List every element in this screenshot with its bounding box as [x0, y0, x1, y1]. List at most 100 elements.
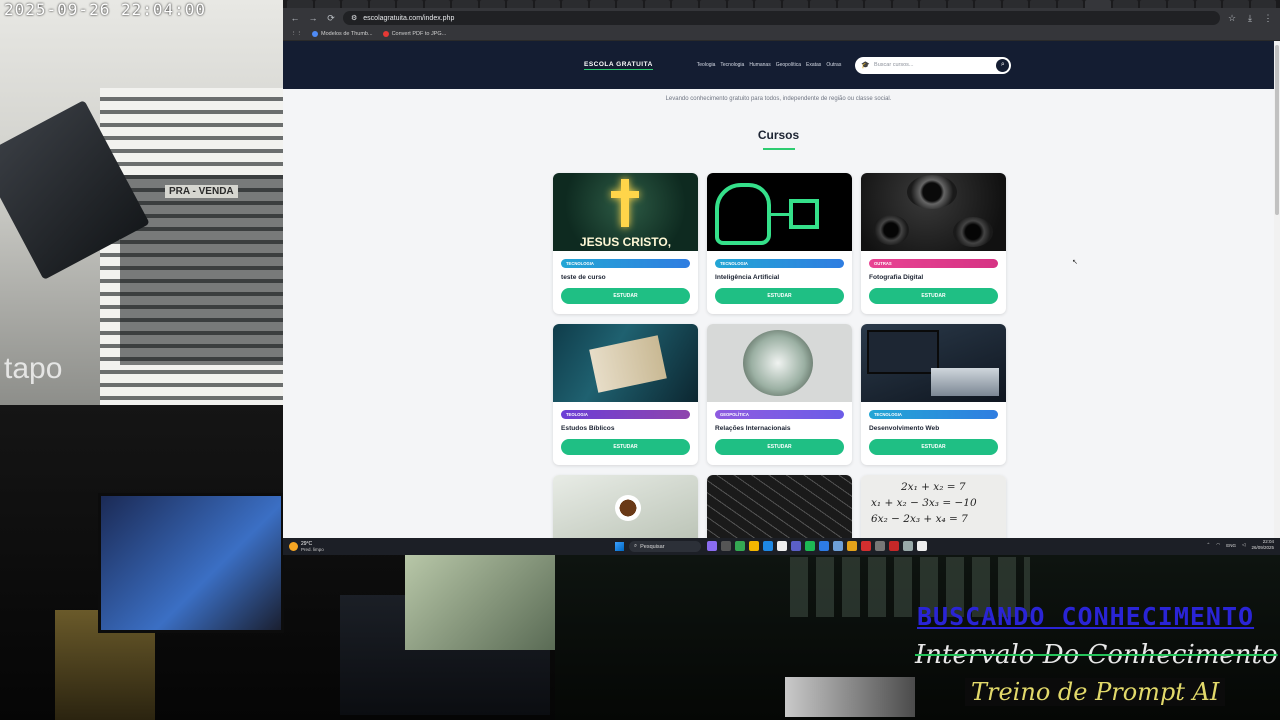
bookmark-item[interactable]: Convert PDF to JPG...: [382, 31, 446, 37]
browser-tab[interactable]: [507, 0, 533, 8]
photos-icon[interactable]: [819, 541, 829, 551]
study-button[interactable]: ESTUDAR: [561, 288, 690, 304]
browser-tab[interactable]: [1002, 0, 1029, 8]
browser-tab[interactable]: [892, 0, 919, 8]
browser-tab[interactable]: [1168, 0, 1194, 8]
file-explorer-icon[interactable]: [749, 541, 759, 551]
wifi-icon[interactable]: ◠: [1216, 542, 1220, 548]
browser-tab[interactable]: [644, 0, 671, 8]
bookmark-star-icon[interactable]: ☆: [1226, 13, 1238, 24]
browser-tab[interactable]: [314, 0, 341, 8]
nav-link-exatas[interactable]: Exatas: [806, 62, 821, 68]
chrome-icon[interactable]: [735, 541, 745, 551]
site-logo[interactable]: ESCOLA GRATUITA: [584, 61, 653, 70]
course-card[interactable]: TECNOLOGIA Inteligência Artificial ESTUD…: [707, 173, 852, 314]
browser-tab[interactable]: [975, 0, 1001, 8]
browser-tab[interactable]: [479, 0, 506, 8]
browser-tab[interactable]: [1030, 0, 1056, 8]
bookmark-favicon-icon: [382, 31, 389, 37]
gear-icon[interactable]: [903, 541, 913, 551]
browser-tab[interactable]: [589, 0, 616, 8]
course-card[interactable]: OUTRAS Fotografia Digital ESTUDAR: [861, 173, 1006, 314]
obs-icon[interactable]: [861, 541, 871, 551]
browser-window: ← → ⟳ ⚙ escolagratuita.com/index.php ☆ ⤓…: [283, 0, 1280, 555]
app-icon[interactable]: [847, 541, 857, 551]
system-clock[interactable]: 22:04 26/09/2025: [1251, 539, 1274, 551]
browser-tab[interactable]: [1112, 0, 1139, 8]
chevron-up-icon[interactable]: ⌃: [1207, 542, 1211, 548]
course-card[interactable]: [553, 475, 698, 538]
browser-tab[interactable]: [782, 0, 809, 8]
mail-icon[interactable]: [833, 541, 843, 551]
taskbar-search[interactable]: ⌕ Pesquisar: [629, 541, 701, 552]
browser-tab[interactable]: [1057, 0, 1084, 8]
input-language[interactable]: ENG: [1226, 543, 1236, 548]
browser-tab[interactable]: [534, 0, 561, 8]
page-scrollbar[interactable]: [1274, 41, 1280, 538]
study-button[interactable]: ESTUDAR: [715, 288, 844, 304]
browser-tab[interactable]: [424, 0, 451, 8]
study-button[interactable]: ESTUDAR: [869, 439, 998, 455]
edge-icon[interactable]: [763, 541, 773, 551]
course-search-input[interactable]: 🎓 Buscar cursos... ⌕: [855, 56, 1012, 74]
study-button[interactable]: ESTUDAR: [561, 439, 690, 455]
browser-tab[interactable]: [617, 0, 643, 8]
course-card[interactable]: 2x₁ + x₂ = 7 x₁ + x₂ − 3x₃ = −10 6x₂ − 2…: [861, 475, 1006, 538]
browser-tab[interactable]: [920, 0, 946, 8]
settings-icon[interactable]: [875, 541, 885, 551]
browser-tab[interactable]: [342, 0, 368, 8]
apps-grid-icon[interactable]: ⋮⋮: [291, 31, 302, 37]
monitor-shape: [867, 330, 939, 374]
nav-link-geopolitica[interactable]: Geopolítica: [776, 62, 801, 68]
browser-tab[interactable]: [369, 0, 396, 8]
course-card[interactable]: TECNOLOGIA Desenvolvimento Web ESTUDAR: [861, 324, 1006, 465]
browser-tab[interactable]: [1250, 0, 1277, 8]
browser-tab[interactable]: [672, 0, 698, 8]
scrollbar-thumb[interactable]: [1275, 45, 1279, 215]
browser-tab[interactable]: [699, 0, 726, 8]
course-card[interactable]: GEOPOLÍTICA Relações Internacionais ESTU…: [707, 324, 852, 465]
extensions-icon[interactable]: ⋮: [1262, 13, 1274, 24]
app-icon[interactable]: [917, 541, 927, 551]
browser-tab[interactable]: [1223, 0, 1249, 8]
weather-widget[interactable]: 29°C Pred. limpo: [289, 541, 324, 552]
browser-tab[interactable]: [755, 0, 781, 8]
browser-tab[interactable]: [837, 0, 864, 8]
download-icon[interactable]: ⤓: [1244, 13, 1256, 24]
course-card[interactable]: JESUS CRISTO, TECNOLOGIA teste de curso …: [553, 173, 698, 314]
browser-tab[interactable]: [1195, 0, 1222, 8]
browser-tab[interactable]: [727, 0, 754, 8]
study-button[interactable]: ESTUDAR: [715, 439, 844, 455]
browser-tab[interactable]: [947, 0, 974, 8]
reload-icon[interactable]: ⟳: [325, 13, 337, 24]
store-icon[interactable]: [777, 541, 787, 551]
bookmark-item[interactable]: Modelos de Thumb...: [312, 31, 373, 37]
copilot-icon[interactable]: [707, 541, 717, 551]
back-arrow-icon[interactable]: ←: [289, 13, 301, 23]
study-button[interactable]: ESTUDAR: [869, 288, 998, 304]
course-card[interactable]: [707, 475, 852, 538]
browser-tab[interactable]: [1140, 0, 1166, 8]
browser-tab[interactable]: [562, 0, 588, 8]
browser-tab-active[interactable]: [1085, 0, 1111, 8]
task-view-icon[interactable]: [721, 541, 731, 551]
browser-tab[interactable]: [397, 0, 423, 8]
search-icon[interactable]: ⌕: [996, 58, 1010, 72]
browser-tab[interactable]: [452, 0, 478, 8]
forward-arrow-icon[interactable]: →: [307, 13, 319, 23]
nav-link-humanas[interactable]: Humanas: [749, 62, 770, 68]
speaker-icon[interactable]: ◁: [1242, 542, 1245, 548]
filezilla-icon[interactable]: [889, 541, 899, 551]
nav-link-teologia[interactable]: Teologia: [697, 62, 716, 68]
nav-link-tecnologia[interactable]: Tecnologia: [720, 62, 744, 68]
address-bar[interactable]: ⚙ escolagratuita.com/index.php: [343, 11, 1220, 25]
teams-icon[interactable]: [791, 541, 801, 551]
browser-tab[interactable]: [865, 0, 891, 8]
site-info-icon[interactable]: ⚙: [351, 14, 357, 22]
browser-tab[interactable]: [810, 0, 836, 8]
browser-tab[interactable]: [287, 0, 313, 8]
nav-link-outras[interactable]: Outras: [826, 62, 841, 68]
whatsapp-icon[interactable]: [805, 541, 815, 551]
windows-start-icon[interactable]: [615, 542, 624, 551]
course-card[interactable]: TEOLOGIA Estudos Bíblicos ESTUDAR: [553, 324, 698, 465]
